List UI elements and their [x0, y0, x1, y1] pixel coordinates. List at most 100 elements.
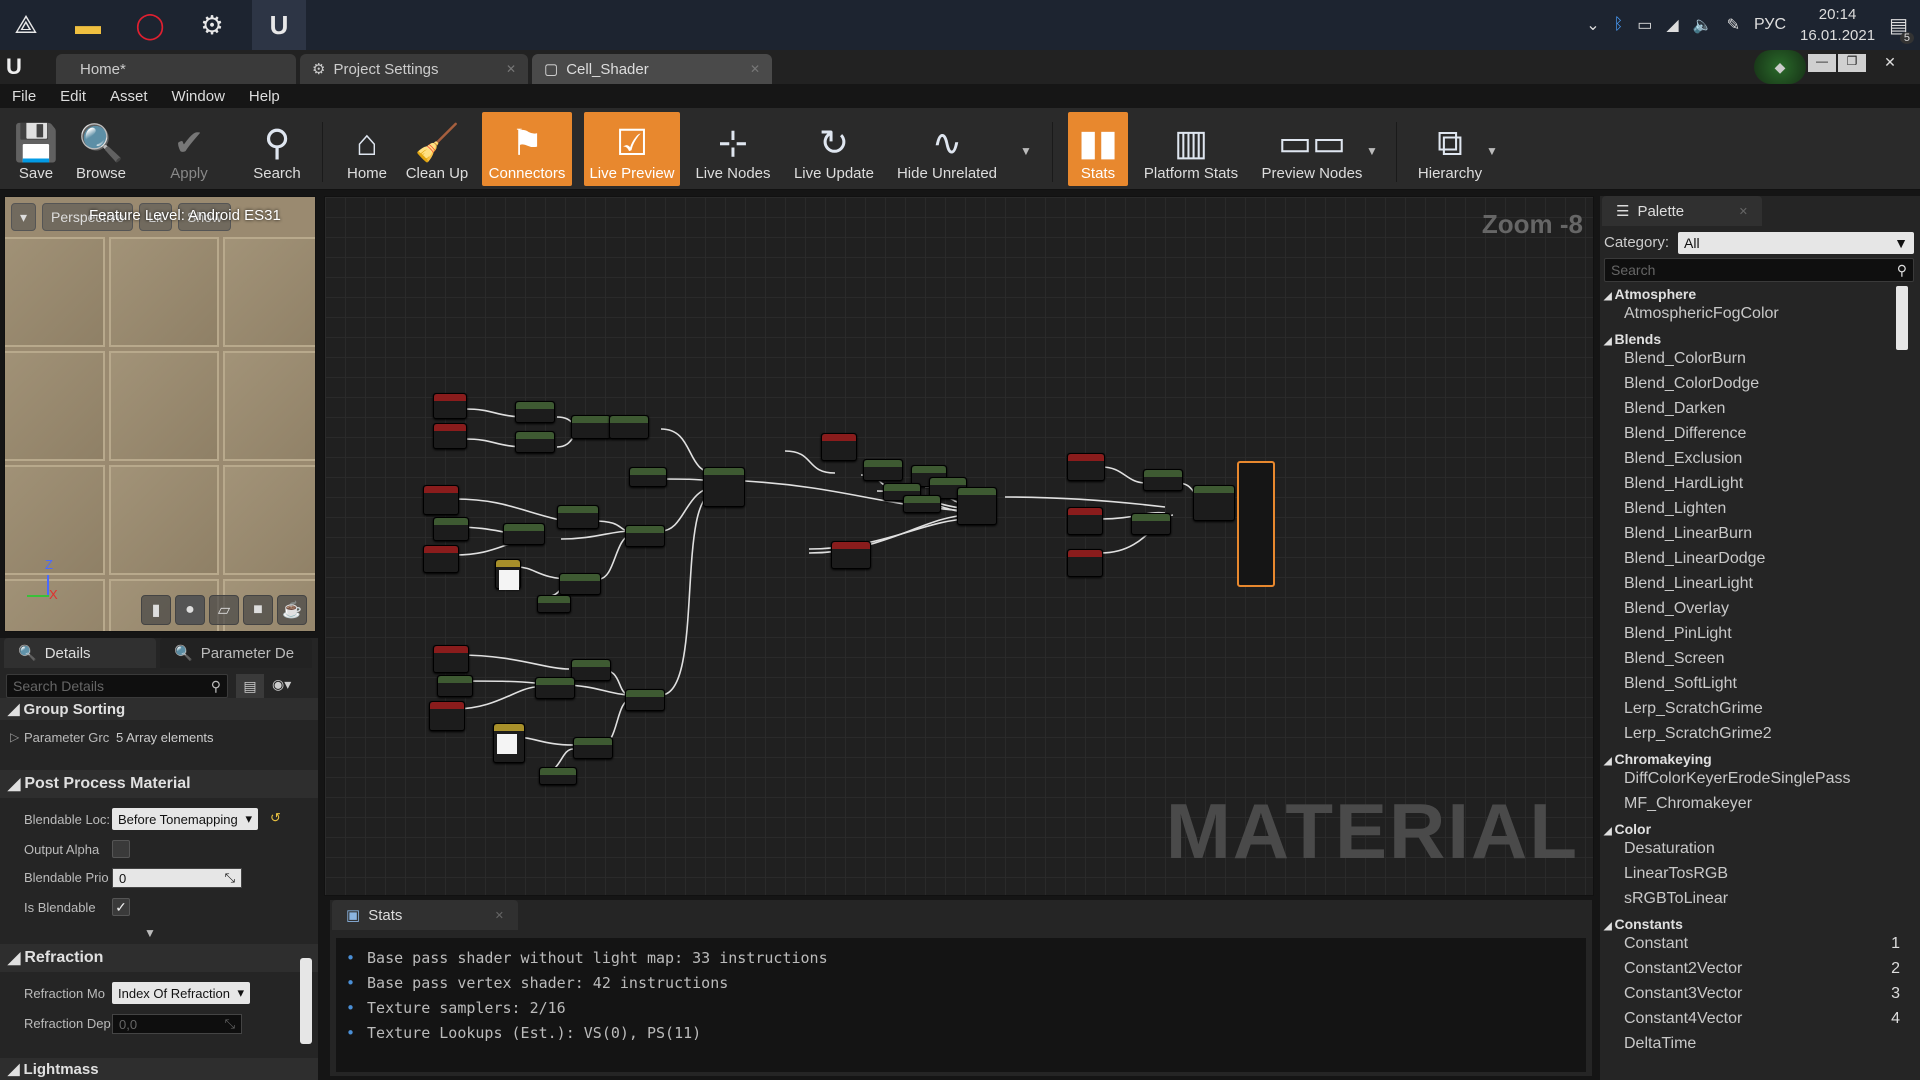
volume-icon[interactable]: 🔈	[1693, 15, 1713, 35]
chevron-down-icon[interactable]: ▼	[1020, 144, 1032, 158]
menu-edit[interactable]: Edit	[48, 88, 98, 105]
palette-item[interactable]: Lerp_ScratchGrime2	[1624, 725, 1900, 743]
palette-item[interactable]: Blend_LinearLight	[1624, 575, 1900, 593]
material-node[interactable]	[903, 495, 941, 513]
material-graph-canvas[interactable]: Zoom -8 MATERIAL	[324, 196, 1594, 896]
live-nodes-button[interactable]: ⊹ Live Nodes	[690, 112, 776, 186]
material-node[interactable]	[433, 423, 467, 449]
unreal-taskbar-icon[interactable]: U	[252, 0, 306, 50]
material-node[interactable]	[537, 595, 571, 613]
material-node[interactable]	[493, 723, 525, 763]
hierarchy-button[interactable]: ⧉ Hierarchy	[1412, 112, 1488, 186]
close-icon[interactable]: ✕	[495, 909, 504, 922]
preview-viewport[interactable]: ▾ Perspective Lit Show Feature Level: An…	[4, 196, 316, 632]
material-node[interactable]	[573, 737, 613, 759]
material-node[interactable]	[703, 467, 745, 507]
menu-asset[interactable]: Asset	[98, 88, 160, 105]
palette-item[interactable]: Blend_ColorBurn	[1624, 350, 1900, 368]
palette-category[interactable]: ◢ Atmosphere	[1604, 286, 1696, 302]
category-group-sorting[interactable]: ◢ Group Sorting	[0, 698, 318, 720]
material-node[interactable]	[957, 487, 997, 525]
chevron-up-icon[interactable]: ⌄	[1586, 15, 1599, 35]
palette-item[interactable]: Constant4Vector 4	[1624, 1010, 1900, 1028]
sphere-shape-icon[interactable]: ●	[175, 595, 205, 625]
palette-item[interactable]: Desaturation	[1624, 840, 1900, 858]
maximize-button[interactable]: ❐	[1838, 54, 1866, 72]
app-launcher-icon[interactable]: ⟁	[6, 5, 46, 45]
blendable-priority-input[interactable]: 0 ⤡	[112, 868, 242, 888]
tab-palette[interactable]: ☰ Palette ✕	[1602, 196, 1762, 226]
tab-parameter-defaults[interactable]: 🔍 Parameter De	[160, 638, 312, 668]
bluetooth-icon[interactable]: ᛒ	[1614, 16, 1624, 34]
material-node[interactable]	[557, 505, 599, 529]
material-node[interactable]	[571, 415, 611, 439]
category-refraction[interactable]: ◢ Refraction	[0, 944, 318, 972]
close-icon[interactable]: ✕	[1739, 205, 1748, 218]
menu-file[interactable]: File	[0, 88, 48, 105]
cube-shape-icon[interactable]: ■	[243, 595, 273, 625]
tab-cell-shader[interactable]: ▢ Cell_Shader ✕	[532, 54, 772, 84]
material-node[interactable]	[515, 431, 555, 453]
palette-category[interactable]: ◢ Color	[1604, 821, 1651, 837]
palette-category[interactable]: ◢ Chromakeying	[1604, 751, 1712, 767]
expand-arrow-icon[interactable]: ▷	[10, 730, 19, 744]
opera-icon[interactable]: ◯	[130, 5, 170, 45]
material-node[interactable]	[1067, 453, 1105, 481]
material-node[interactable]	[433, 393, 467, 419]
gear-icon[interactable]: ⚙	[192, 5, 232, 45]
menu-help[interactable]: Help	[237, 88, 292, 105]
palette-item[interactable]: Lerp_ScratchGrime	[1624, 700, 1900, 718]
connectors-button[interactable]: ⚑ Connectors	[482, 112, 572, 186]
palette-search-input[interactable]: Search ⚲	[1604, 258, 1914, 282]
property-matrix-icon[interactable]: ▤	[236, 674, 264, 698]
close-icon[interactable]: ✕	[506, 62, 516, 76]
reset-to-default-icon[interactable]: ↺	[270, 810, 281, 826]
category-dropdown[interactable]: All ▼	[1678, 232, 1914, 254]
search-button[interactable]: ⚲ Search	[246, 112, 308, 186]
category-lightmass[interactable]: ◢ Lightmass	[0, 1058, 318, 1080]
palette-item[interactable]: Blend_LinearDodge	[1624, 550, 1900, 568]
platform-stats-button[interactable]: ▥ Platform Stats	[1140, 112, 1242, 186]
material-node[interactable]	[625, 689, 665, 711]
preview-nodes-button[interactable]: ▭▭ Preview Nodes	[1258, 112, 1366, 186]
minimize-button[interactable]: —	[1808, 54, 1836, 72]
tab-home[interactable]: Home*	[56, 54, 296, 84]
material-node[interactable]	[629, 467, 667, 487]
viewport-options-button[interactable]: ▾	[11, 203, 37, 231]
palette-item[interactable]: Constant2Vector 2	[1624, 960, 1900, 978]
is-blendable-checkbox[interactable]: ✓	[112, 898, 130, 916]
wifi-icon[interactable]: ◢	[1666, 15, 1678, 35]
eye-icon[interactable]: ◉▾	[272, 676, 291, 693]
material-result-node[interactable]	[1237, 461, 1275, 587]
palette-item[interactable]: Blend_SoftLight	[1624, 675, 1900, 693]
menu-window[interactable]: Window	[160, 88, 237, 105]
palette-item[interactable]: LinearTosRGB	[1624, 865, 1900, 883]
material-node[interactable]	[863, 459, 903, 481]
material-node[interactable]	[559, 573, 601, 595]
output-alpha-checkbox[interactable]	[112, 840, 130, 858]
stats-button[interactable]: ▮▮ Stats	[1068, 112, 1128, 186]
language-indicator[interactable]: РУС	[1754, 16, 1786, 34]
palette-item[interactable]: Constant3Vector 3	[1624, 985, 1900, 1003]
teapot-shape-icon[interactable]: ☕	[277, 595, 307, 625]
material-node[interactable]	[515, 401, 555, 423]
palette-item[interactable]: Blend_LinearBurn	[1624, 525, 1900, 543]
material-node[interactable]	[535, 677, 575, 699]
details-search-input[interactable]: Search Details ⚲	[6, 674, 228, 698]
material-node[interactable]	[821, 433, 857, 461]
material-node[interactable]	[831, 541, 871, 569]
palette-item[interactable]: sRGBToLinear	[1624, 890, 1900, 908]
palette-item[interactable]: Blend_Darken	[1624, 400, 1900, 418]
material-node[interactable]	[1131, 513, 1171, 535]
palette-item[interactable]: DeltaTime	[1624, 1035, 1900, 1053]
palette-item[interactable]: Blend_Overlay	[1624, 600, 1900, 618]
material-node[interactable]	[1143, 469, 1183, 491]
palette-item[interactable]: DiffColorKeyerErodeSinglePass	[1624, 770, 1900, 788]
source-control-icon[interactable]: ◆	[1754, 50, 1806, 84]
live-preview-button[interactable]: ☑ Live Preview	[584, 112, 680, 186]
battery-icon[interactable]: ▭	[1637, 15, 1652, 35]
hide-unrelated-button[interactable]: ∿ Hide Unrelated	[890, 112, 1004, 186]
save-button[interactable]: 💾 Save	[8, 112, 64, 186]
live-update-button[interactable]: ↻ Live Update	[790, 112, 878, 186]
palette-item[interactable]: Constant 1	[1624, 935, 1900, 953]
